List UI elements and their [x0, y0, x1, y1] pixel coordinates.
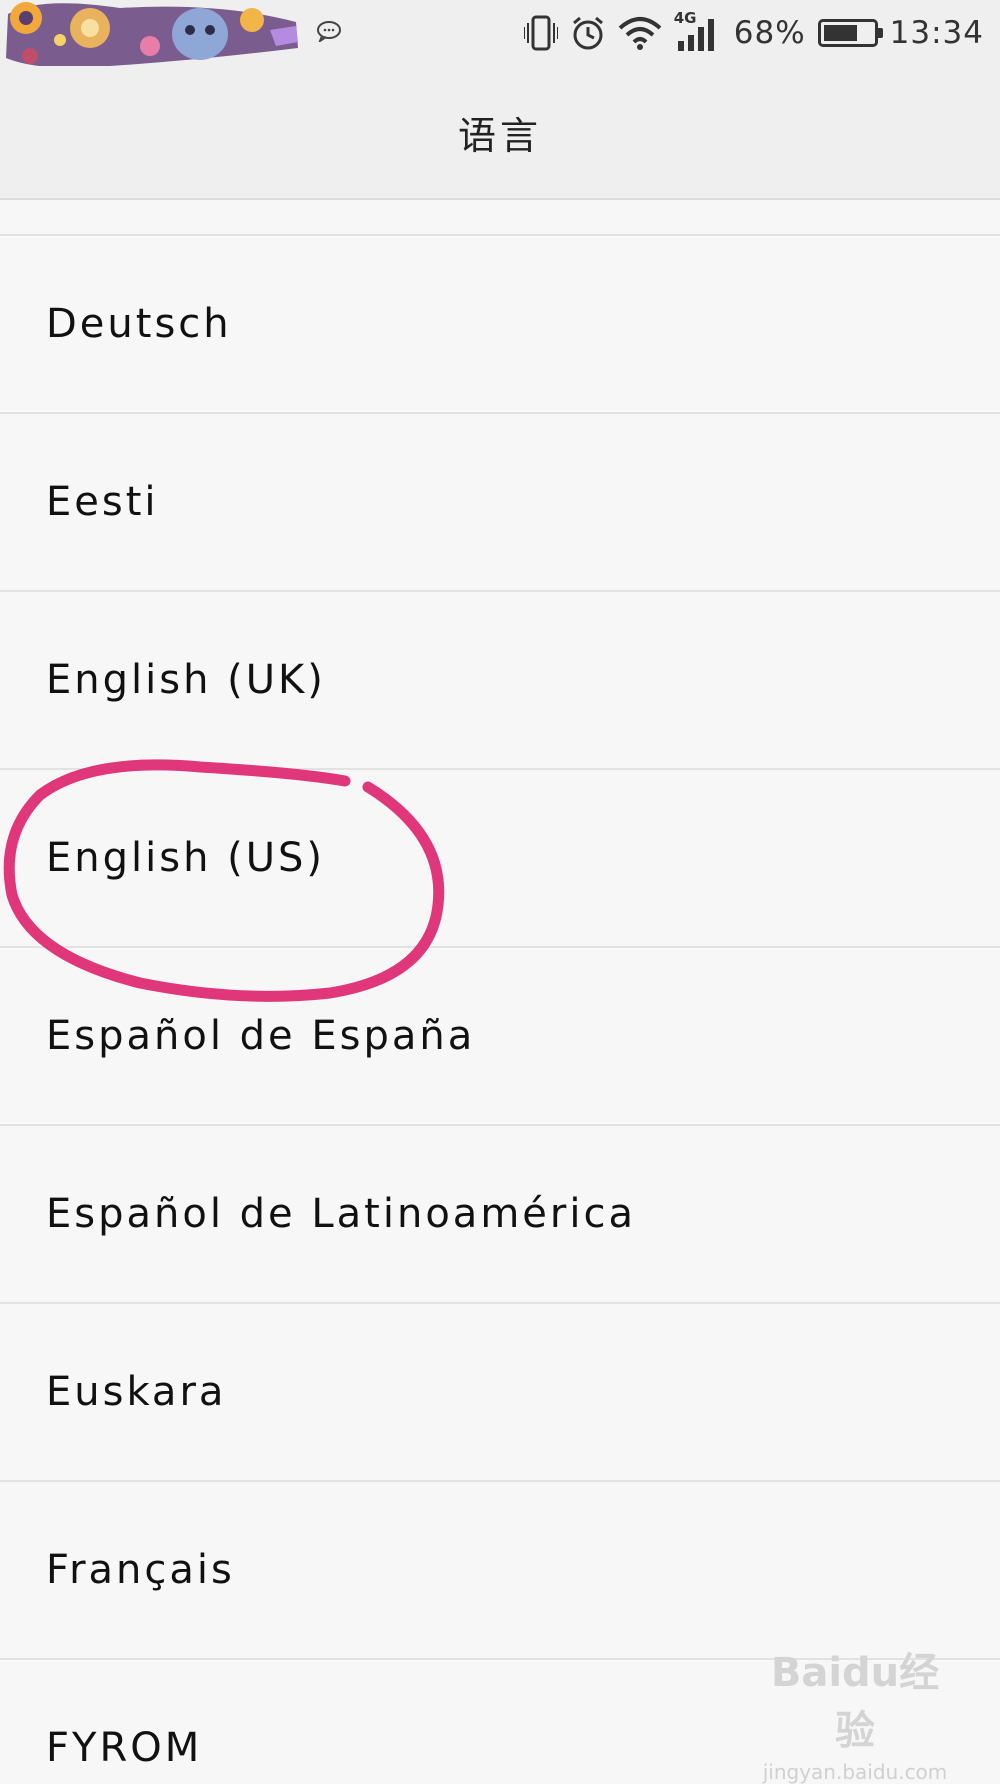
language-label: Eesti: [46, 479, 159, 525]
language-item-espanol-latinoamerica[interactable]: Español de Latinoamérica: [0, 1126, 1000, 1304]
language-item-francais[interactable]: Français: [0, 1482, 1000, 1660]
language-label: Français: [46, 1547, 235, 1593]
title-bar: 语言: [0, 66, 1000, 200]
language-label: English (US): [46, 835, 326, 881]
list-divider: [0, 200, 1000, 236]
language-item-deutsch[interactable]: Deutsch: [0, 236, 1000, 414]
status-bar: 4G 68% 13:34: [0, 0, 1000, 68]
battery-percent: 68%: [733, 15, 806, 51]
language-item-euskara[interactable]: Euskara: [0, 1304, 1000, 1482]
vibrate-icon: [523, 15, 558, 51]
language-item-espanol-espana[interactable]: Español de España: [0, 948, 1000, 1126]
page-title: 语言: [457, 113, 542, 158]
clock: 13:34: [889, 15, 984, 51]
language-item-fyrom[interactable]: FYROM: [0, 1660, 1000, 1778]
battery-icon: [817, 19, 883, 47]
language-label: Español de Latinoamérica: [46, 1191, 636, 1237]
notification-art-icon: [6, 2, 298, 68]
language-label: English (UK): [46, 657, 326, 703]
status-icons: 4G 68% 13:34: [523, 8, 984, 58]
language-item-english-uk[interactable]: English (UK): [0, 592, 1000, 770]
signal-icon: 4G: [674, 9, 722, 53]
wifi-icon: [618, 17, 662, 50]
battery-level-fill: [823, 25, 857, 41]
alarm-icon: [572, 16, 603, 50]
language-label: Español de España: [46, 1013, 476, 1059]
language-list[interactable]: Deutsch Eesti English (UK) English (US) …: [0, 200, 1000, 1778]
chat-bubble-icon: [317, 21, 341, 42]
language-label: FYROM: [46, 1725, 203, 1771]
language-item-eesti[interactable]: Eesti: [0, 414, 1000, 592]
language-label: Deutsch: [46, 301, 232, 347]
language-label: Euskara: [46, 1369, 227, 1415]
language-item-english-us[interactable]: English (US): [0, 770, 1000, 948]
